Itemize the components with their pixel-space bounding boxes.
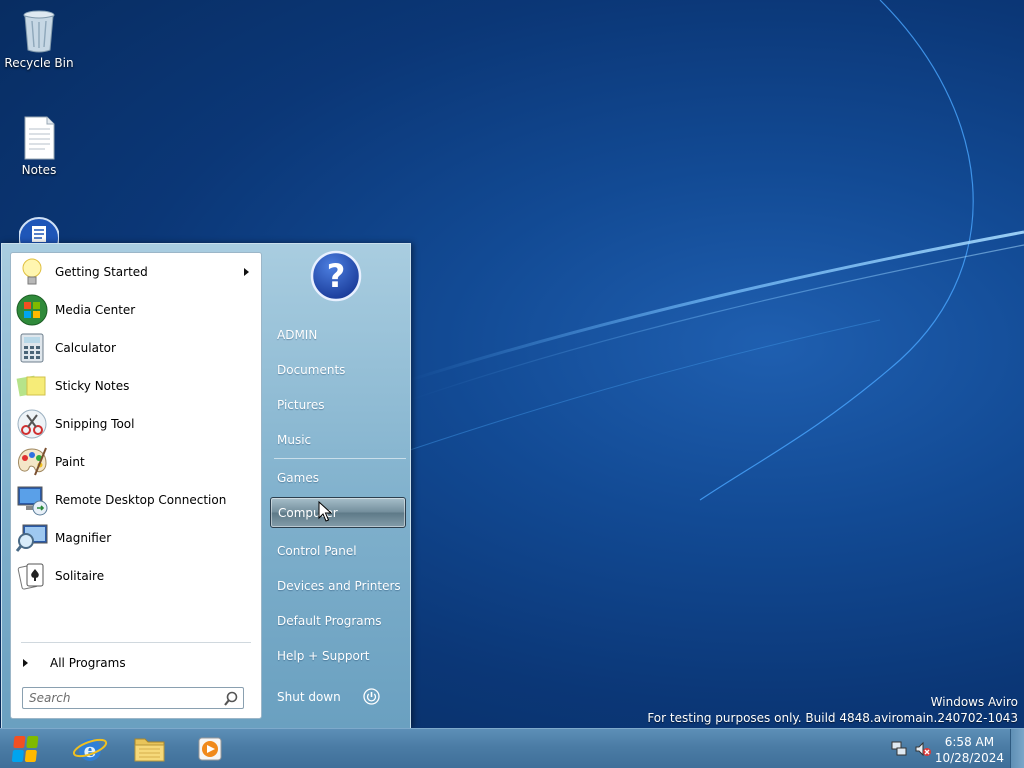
all-programs-label: All Programs [50, 656, 126, 670]
taskbar-file-explorer[interactable] [130, 731, 170, 767]
shutdown-label: Shut down [277, 689, 341, 704]
program-getting-started[interactable]: Getting Started [13, 254, 259, 290]
search-icon[interactable] [223, 691, 239, 707]
magnifier-icon [15, 521, 49, 555]
desktop-icon-label: Notes [21, 163, 57, 177]
program-label: Paint [55, 455, 85, 469]
desktop-icon-label: Recycle Bin [4, 56, 74, 70]
volume-muted-icon[interactable] [914, 740, 932, 758]
program-label: Solitaire [55, 569, 105, 583]
calculator-icon [15, 331, 49, 365]
links-separator [274, 458, 406, 459]
media-player-icon [198, 737, 222, 761]
start-menu-links-pane: ? ADMIN Documents Pictures Music Games C… [270, 244, 410, 729]
watermark-build: For testing purposes only. Build 4848.av… [647, 711, 1018, 725]
start-menu: Getting Started Media Center Calculator … [1, 243, 411, 728]
link-default-programs[interactable]: Default Programs [277, 614, 382, 628]
svg-text:?: ? [327, 257, 346, 295]
internet-explorer-icon: e [72, 738, 108, 762]
start-button[interactable] [6, 731, 46, 767]
link-music[interactable]: Music [277, 433, 311, 447]
lightbulb-icon [15, 255, 49, 289]
program-label: Sticky Notes [55, 379, 130, 393]
programs-separator [21, 642, 251, 643]
program-snipping-tool[interactable]: Snipping Tool [13, 406, 259, 442]
watermark-edition: Windows Aviro [930, 695, 1018, 709]
program-magnifier[interactable]: Magnifier [13, 520, 259, 556]
program-label: Getting Started [55, 265, 148, 279]
link-documents[interactable]: Documents [277, 363, 345, 377]
submenu-arrow-icon [244, 268, 249, 276]
program-paint[interactable]: Paint [13, 444, 259, 480]
taskbar-internet-explorer[interactable]: e [70, 731, 110, 767]
link-control-panel[interactable]: Control Panel [277, 544, 357, 558]
link-help-support[interactable]: Help + Support [277, 649, 369, 663]
link-computer[interactable]: Computer [270, 497, 406, 528]
paint-palette-icon [15, 445, 49, 479]
all-programs-button[interactable]: All Programs [21, 653, 126, 673]
network-icon[interactable] [890, 740, 908, 758]
desktop-icon-notes[interactable]: Notes [1, 115, 77, 177]
program-label: Magnifier [55, 531, 112, 545]
clock-time: 6:58 AM [944, 735, 995, 749]
help-question-icon[interactable]: ? [310, 250, 362, 302]
build-watermark: Windows Aviro For testing purposes only.… [647, 694, 1018, 726]
power-icon[interactable] [363, 688, 380, 705]
taskbar: e 6:58 AM 10/28/2024 [0, 728, 1024, 768]
file-explorer-icon [134, 738, 165, 762]
start-menu-programs-pane: Getting Started Media Center Calculator … [10, 252, 262, 719]
search-box[interactable] [22, 687, 244, 709]
start-orb-icon [11, 736, 39, 762]
program-remote-desktop[interactable]: Remote Desktop Connection [13, 482, 259, 518]
sticky-notes-icon [15, 369, 49, 403]
program-solitaire[interactable]: Solitaire [13, 558, 259, 594]
program-calculator[interactable]: Calculator [13, 330, 259, 366]
search-input[interactable] [29, 688, 219, 708]
link-devices-and-printers[interactable]: Devices and Printers [277, 579, 401, 593]
program-label: Remote Desktop Connection [55, 493, 227, 507]
link-pictures[interactable]: Pictures [277, 398, 325, 412]
program-sticky-notes[interactable]: Sticky Notes [13, 368, 259, 404]
remote-desktop-icon [15, 483, 49, 517]
desktop-icon-recycle-bin[interactable]: Recycle Bin [1, 8, 77, 70]
expand-arrow-icon [23, 659, 28, 667]
playing-cards-icon [15, 559, 49, 593]
shutdown-button[interactable]: Shut down [277, 688, 380, 705]
link-games[interactable]: Games [277, 471, 319, 485]
mouse-cursor-icon [318, 501, 332, 522]
program-label: Media Center [55, 303, 136, 317]
program-label: Calculator [55, 341, 116, 355]
link-admin[interactable]: ADMIN [277, 328, 317, 342]
clock-date: 10/28/2024 [934, 751, 1004, 765]
program-media-center[interactable]: Media Center [13, 292, 259, 328]
recycle-bin-icon [19, 8, 59, 53]
scissors-icon [15, 407, 49, 441]
show-desktop-button[interactable] [1010, 729, 1024, 768]
text-file-icon [19, 115, 59, 160]
taskbar-media-player[interactable] [190, 731, 230, 767]
media-center-icon [15, 293, 49, 327]
system-clock[interactable]: 6:58 AM 10/28/2024 [935, 734, 1004, 766]
program-label: Snipping Tool [55, 417, 135, 431]
